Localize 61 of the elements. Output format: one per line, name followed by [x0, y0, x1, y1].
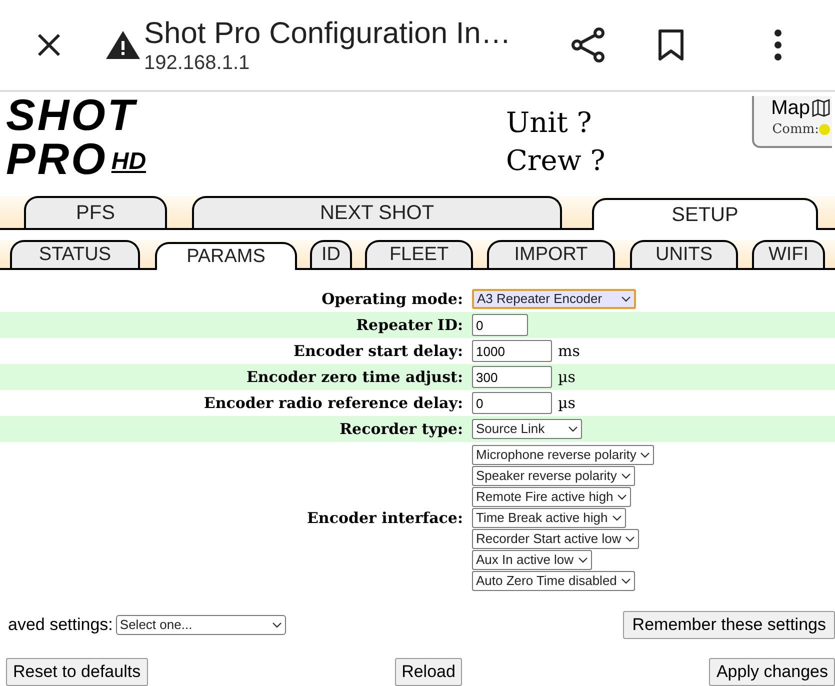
tab[interactable]: UNITS: [630, 240, 738, 268]
logo: SHOT PRO HD: [6, 96, 148, 180]
crew-label: Crew ?: [506, 143, 606, 179]
tab[interactable]: ID: [310, 240, 352, 268]
map-button[interactable]: Map Comm:: [752, 96, 832, 148]
chevron-icon[interactable]: [625, 536, 636, 542]
field-label: Encoder radio reference delay:: [202, 392, 463, 414]
select-dropdown[interactable]: Microphone reverse polarity: [472, 445, 654, 465]
tab[interactable]: FLEET: [365, 240, 473, 268]
unit-label: ms: [558, 340, 580, 362]
select-dropdown[interactable]: Select one...: [116, 615, 286, 635]
chevron-icon[interactable]: [612, 515, 622, 521]
share-icon[interactable]: [570, 27, 606, 63]
input-field[interactable]: 0: [472, 314, 528, 336]
saved-settings-label: aved settings:: [8, 614, 113, 636]
unit-label: Unit ?: [506, 105, 593, 141]
unit-label: µs: [558, 366, 576, 388]
action-button[interactable]: Apply changes: [709, 658, 835, 686]
chevron-icon[interactable]: [617, 494, 628, 500]
chevron-icon[interactable]: [568, 426, 578, 432]
select-dropdown[interactable]: Recorder Start active low: [472, 529, 640, 549]
select-dropdown[interactable]: Remote Fire active high: [472, 487, 632, 507]
field-label: Encoder start delay:: [292, 340, 463, 362]
input-field[interactable]: 300: [472, 366, 552, 388]
tab[interactable]: SETUP: [592, 198, 818, 230]
select-dropdown[interactable]: Aux In active low: [472, 550, 592, 570]
tab[interactable]: STATUS: [10, 240, 140, 268]
bookmark-icon[interactable]: [658, 29, 684, 61]
select-dropdown[interactable]: Source Link: [472, 419, 582, 439]
chevron-icon[interactable]: [272, 622, 282, 628]
select-dropdown[interactable]: Auto Zero Time disabled: [472, 571, 635, 591]
tab[interactable]: PFS: [24, 196, 167, 228]
map-icon: [812, 99, 830, 117]
field-label: Recorder type:: [338, 418, 463, 440]
chevron-icon[interactable]: [621, 296, 631, 302]
field-label: Encoder interface:: [306, 508, 463, 529]
chevron-icon[interactable]: [578, 557, 588, 563]
field-label: Repeater ID:: [355, 314, 463, 336]
more-icon[interactable]: [773, 29, 783, 61]
select-dropdown[interactable]: Time Break active high: [472, 508, 626, 528]
select-dropdown[interactable]: A3 Repeater Encoder: [472, 289, 636, 309]
warning-icon: [105, 30, 141, 60]
action-button[interactable]: Reload: [394, 658, 462, 686]
page-title: Shot Pro Configuration In…: [144, 16, 512, 52]
close-icon[interactable]: [36, 32, 62, 58]
chevron-icon[interactable]: [640, 452, 650, 458]
field-label: Operating mode:: [320, 288, 463, 310]
page-url: 192.168.1.1: [144, 52, 251, 74]
chevron-icon[interactable]: [620, 578, 631, 584]
unit-label: µs: [558, 392, 576, 414]
select-dropdown[interactable]: Speaker reverse polarity: [472, 466, 635, 486]
chevron-icon[interactable]: [620, 473, 631, 479]
input-field[interactable]: 0: [472, 392, 552, 414]
field-label: Encoder zero time adjust:: [245, 366, 463, 388]
tab[interactable]: PARAMS: [155, 242, 297, 270]
tab[interactable]: WIFI: [752, 240, 825, 268]
input-field[interactable]: 1000: [472, 340, 552, 362]
action-button[interactable]: Reset to defaults: [6, 658, 148, 686]
tab[interactable]: NEXT SHOT: [192, 196, 562, 228]
remember-button[interactable]: Remember these settings: [623, 611, 835, 639]
tab[interactable]: IMPORT: [487, 240, 615, 268]
